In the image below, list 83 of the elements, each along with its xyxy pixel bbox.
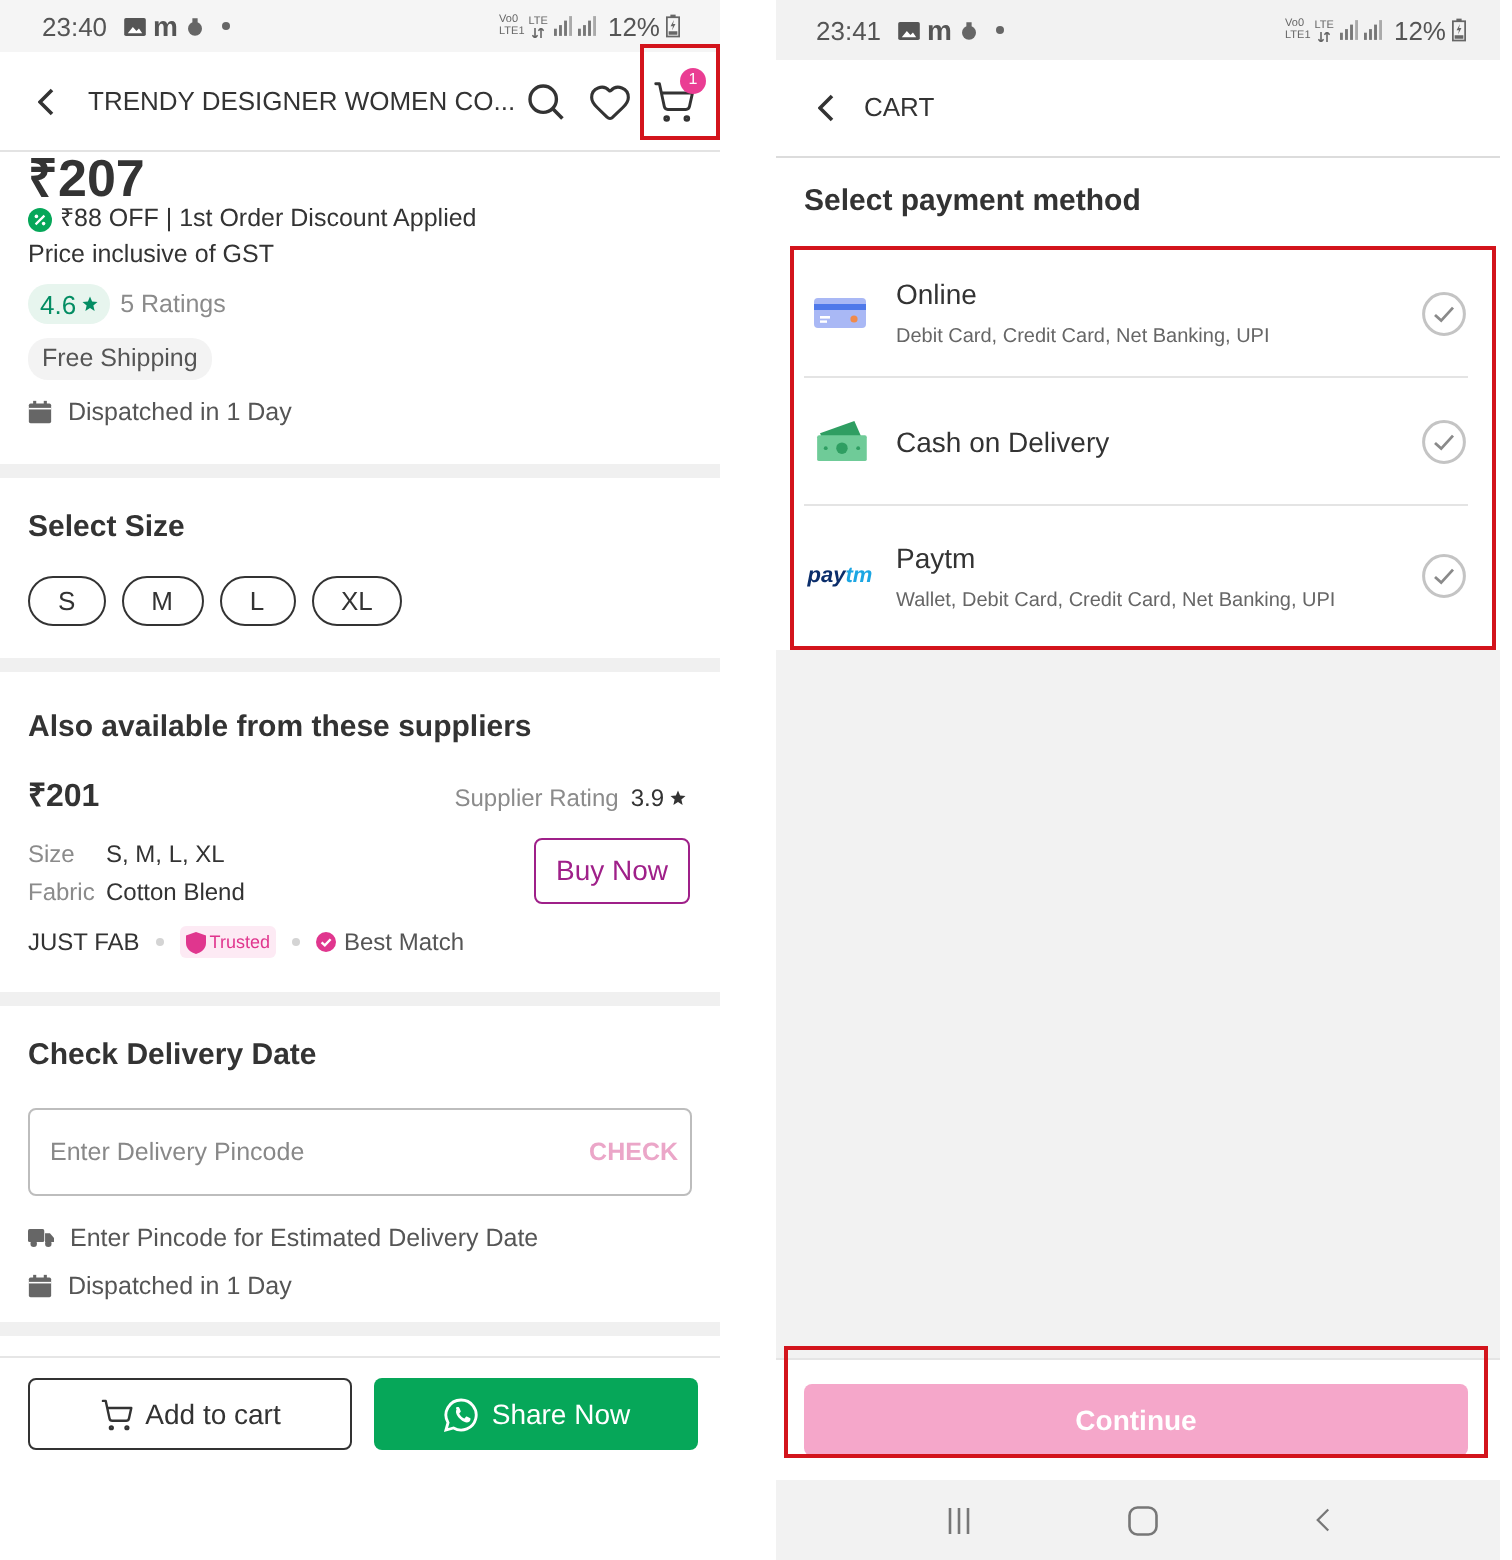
payment-method-subtitle: Wallet, Debit Card, Credit Card, Net Banking, UPI bbox=[896, 587, 1336, 613]
payment-option[interactable]: Cash on Delivery bbox=[804, 378, 1468, 506]
supplier-rating-label: Supplier Rating bbox=[454, 786, 619, 810]
signal-icon bbox=[577, 16, 596, 36]
payment-method-title: Paytm bbox=[896, 539, 978, 575]
pouch-icon bbox=[962, 21, 976, 39]
size-option[interactable]: S bbox=[28, 576, 106, 626]
credit-card-icon bbox=[814, 298, 866, 328]
supplier-rating-value: 3.9 bbox=[630, 786, 664, 810]
payment-method-title: Online bbox=[896, 276, 979, 312]
supplier-name: JUST FAB bbox=[28, 930, 140, 954]
battery-percentage: 12% bbox=[1393, 17, 1446, 43]
rating-score: 4.6 bbox=[40, 291, 77, 317]
section-title: Select payment method bbox=[804, 186, 1143, 218]
gallery-icon bbox=[897, 21, 920, 39]
signal-icon bbox=[1363, 20, 1382, 40]
separator-dot-icon bbox=[291, 938, 300, 946]
detail-value: Cotton Blend bbox=[106, 880, 245, 904]
add-to-cart-button[interactable]: Add to cart bbox=[28, 1378, 352, 1450]
shield-icon bbox=[185, 931, 206, 953]
signal-icon bbox=[1339, 20, 1358, 40]
search-icon[interactable] bbox=[528, 83, 564, 119]
star-icon bbox=[670, 790, 686, 806]
discount-text: ₹88 OFF | 1st Order Discount Applied bbox=[60, 206, 477, 232]
battery-icon bbox=[1452, 18, 1466, 42]
size-option[interactable]: XL bbox=[311, 576, 403, 626]
detail-label: Size bbox=[28, 842, 77, 866]
check-badge-icon bbox=[315, 932, 336, 952]
data-arrows-icon bbox=[532, 27, 545, 37]
dot-icon bbox=[222, 22, 230, 30]
section-title: Also available from these suppliers bbox=[28, 712, 534, 744]
section-title: Select Size bbox=[28, 512, 187, 544]
back-icon[interactable] bbox=[38, 87, 54, 115]
trusted-label: Trusted bbox=[209, 933, 270, 951]
size-option[interactable]: L bbox=[219, 576, 296, 626]
clock-time: 23:41 bbox=[816, 17, 882, 43]
cart-count-badge: 1 bbox=[680, 67, 706, 93]
dot-icon bbox=[996, 26, 1004, 34]
app-notification-label: m bbox=[927, 16, 952, 44]
gallery-icon bbox=[123, 17, 146, 35]
delivery-note: Enter Pincode for Estimated Delivery Date bbox=[70, 1225, 539, 1251]
payment-option[interactable]: Online Debit Card, Credit Card, Net Banking, UPI bbox=[804, 250, 1468, 378]
back-icon[interactable] bbox=[818, 94, 834, 122]
selection-check[interactable] bbox=[1422, 419, 1466, 463]
clock-time: 23:40 bbox=[42, 13, 108, 39]
whatsapp-icon bbox=[441, 1395, 480, 1433]
payment-method-title: Cash on Delivery bbox=[896, 423, 1110, 459]
section-title: Check Delivery Date bbox=[28, 1040, 319, 1072]
screen-title: CART bbox=[864, 90, 935, 127]
selection-check[interactable] bbox=[1422, 291, 1466, 335]
ratings-count: 5 Ratings bbox=[120, 291, 226, 317]
product-title: TRENDY DESIGNER WOMEN CO... bbox=[88, 83, 516, 120]
selection-check[interactable] bbox=[1422, 554, 1466, 598]
detail-value: S, M, L, XL bbox=[106, 842, 225, 866]
calendar-icon bbox=[28, 400, 52, 424]
banknote-icon bbox=[813, 420, 867, 462]
data-arrows-icon bbox=[1318, 31, 1331, 41]
dispatch-note: Dispatched in 1 Day bbox=[68, 399, 292, 425]
battery-percentage: 12% bbox=[607, 13, 660, 39]
home-icon[interactable] bbox=[1127, 1505, 1157, 1535]
separator-dot-icon bbox=[155, 938, 164, 946]
payment-method-subtitle: Debit Card, Credit Card, Net Banking, UPI bbox=[896, 324, 1270, 350]
recent-apps-icon[interactable] bbox=[947, 1507, 969, 1533]
detail-label: Fabric bbox=[28, 880, 97, 904]
supplier-price: ₹201 bbox=[28, 782, 100, 814]
pouch-icon bbox=[188, 17, 202, 35]
cart-icon bbox=[99, 1397, 134, 1431]
size-option[interactable]: M bbox=[121, 576, 204, 626]
paytm-logo: paytm bbox=[807, 565, 873, 587]
signal-icon bbox=[553, 16, 572, 36]
star-icon bbox=[82, 296, 99, 312]
payment-option[interactable]: paytm Paytm Wallet, Debit Card, Credit Card, Net Banking, UPI bbox=[804, 506, 1468, 646]
buy-now-button[interactable]: Buy Now bbox=[534, 838, 690, 904]
product-price: ₹207 bbox=[28, 152, 147, 204]
battery-icon bbox=[666, 14, 680, 38]
discount-icon bbox=[28, 207, 52, 231]
app-notification-label: m bbox=[153, 12, 178, 40]
shipping-tag: Free Shipping bbox=[28, 338, 212, 380]
tax-note: Price inclusive of GST bbox=[28, 240, 276, 268]
match-tag: Best Match bbox=[343, 930, 465, 954]
truck-icon bbox=[28, 1228, 54, 1248]
calendar-icon bbox=[28, 1274, 52, 1298]
delivery-note: Dispatched in 1 Day bbox=[68, 1273, 292, 1299]
